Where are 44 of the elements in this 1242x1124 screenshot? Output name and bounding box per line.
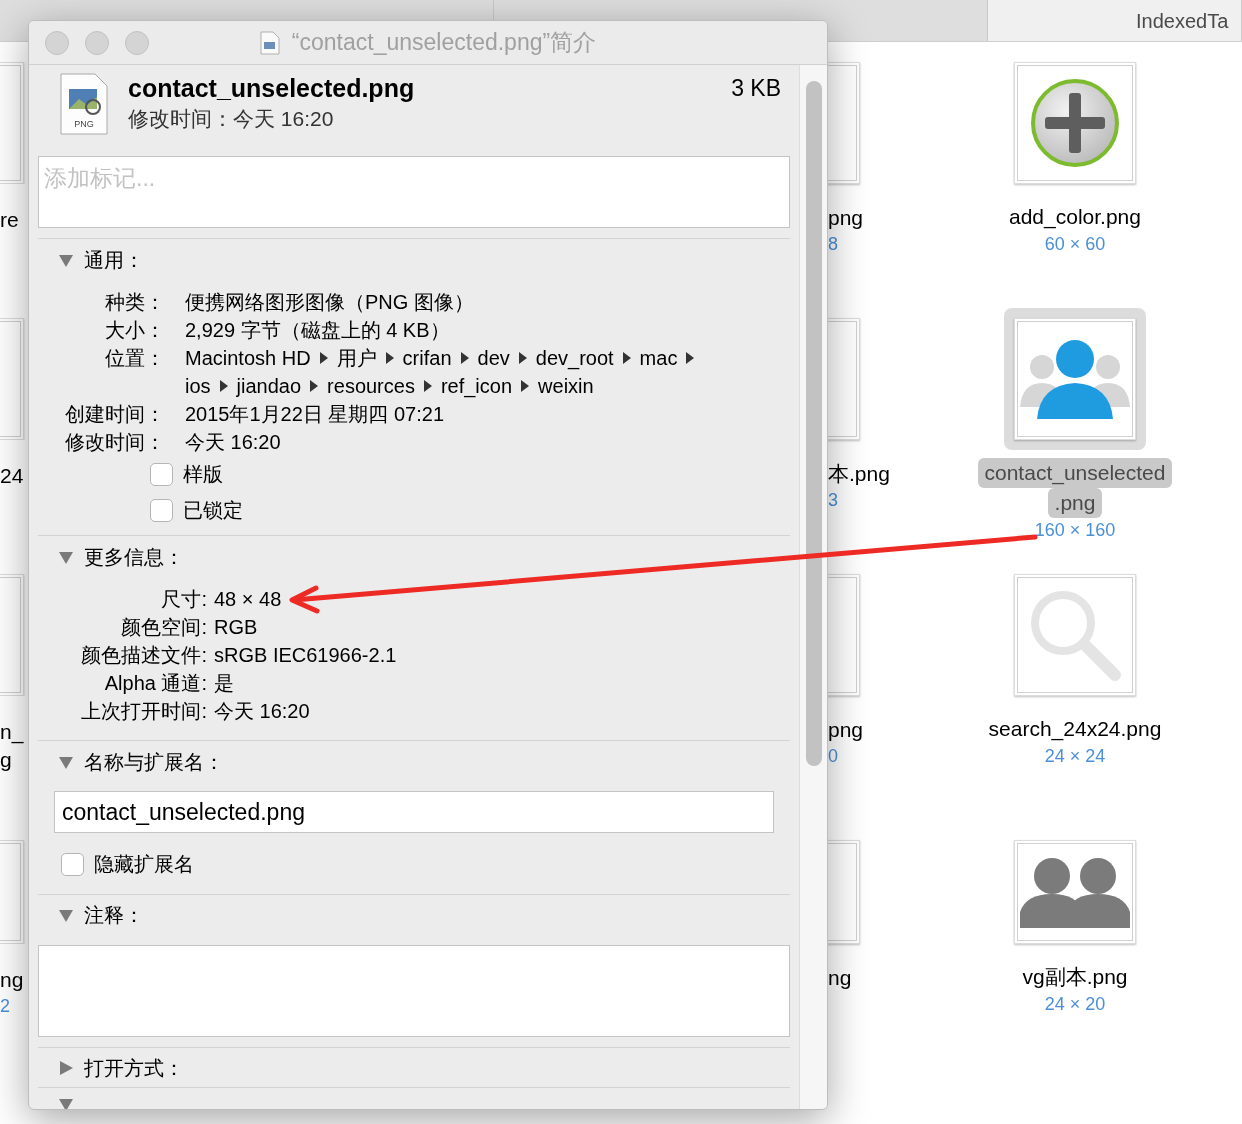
modified-date: 修改时间：今天 16:20 [128,106,335,132]
info-label: 创建时间： [64,402,165,427]
image-dimensions: 160 × 160 [1034,519,1116,542]
image-dimensions: 2 [0,995,11,1018]
checkbox-label: 隐藏扩展名 [94,852,194,877]
file-name: g [0,747,13,773]
info-value: 是 [214,671,234,696]
file-name: n_ [0,719,25,746]
file-name: re [0,207,20,233]
file-name: 本.png [828,461,891,487]
info-value: 今天 16:20 [185,430,281,455]
file-name: ng [0,967,25,993]
image-dimensions: 24 × 24 [1044,745,1106,768]
checkbox-label: 已锁定 [183,498,243,523]
checkbox-label: 样版 [183,462,223,487]
file-name: contact_unselected.png [128,73,415,103]
image-dimensions: 60 × 60 [1044,233,1106,256]
info-value: 便携网络图形图像（PNG 图像） [185,290,474,315]
image-dimensions: 0 [828,745,839,768]
info-value: 今天 16:20 [214,699,310,724]
info-label: 上次打开时间: [80,699,207,724]
file-name: 24 [0,463,25,489]
info-label: 颜色空间: [120,615,207,640]
file-size: 3 KB [731,74,782,103]
info-label: 颜色描述文件: [80,643,207,668]
window-title: “contact_unselected.png”简介 [291,28,597,58]
info-label: Alpha 通道: [103,671,207,696]
info-label: 大小： [104,318,165,343]
info-value: RGB [214,615,258,640]
info-label: 尺寸: [160,587,207,612]
info-value: 2015年1月22日 星期四 07:21 [185,402,445,427]
image-dimensions: 24 × 20 [1044,993,1106,1016]
info-label: 位置： [104,346,165,371]
info-label: 种类： [104,290,165,315]
info-label: 修改时间： [64,430,165,455]
info-value: sRGB IEC61966-2.1 [214,643,397,668]
image-dimensions: 8 [828,233,839,256]
file-name: ng [828,965,853,991]
image-dimensions: 3 [828,489,839,512]
info-value: 48 × 48 [214,587,282,612]
file-type-label: PNG [73,119,95,129]
file-name: png [828,717,865,743]
info-value: 2,929 字节（磁盘上的 4 KB） [185,318,450,343]
file-name: png [828,205,865,231]
